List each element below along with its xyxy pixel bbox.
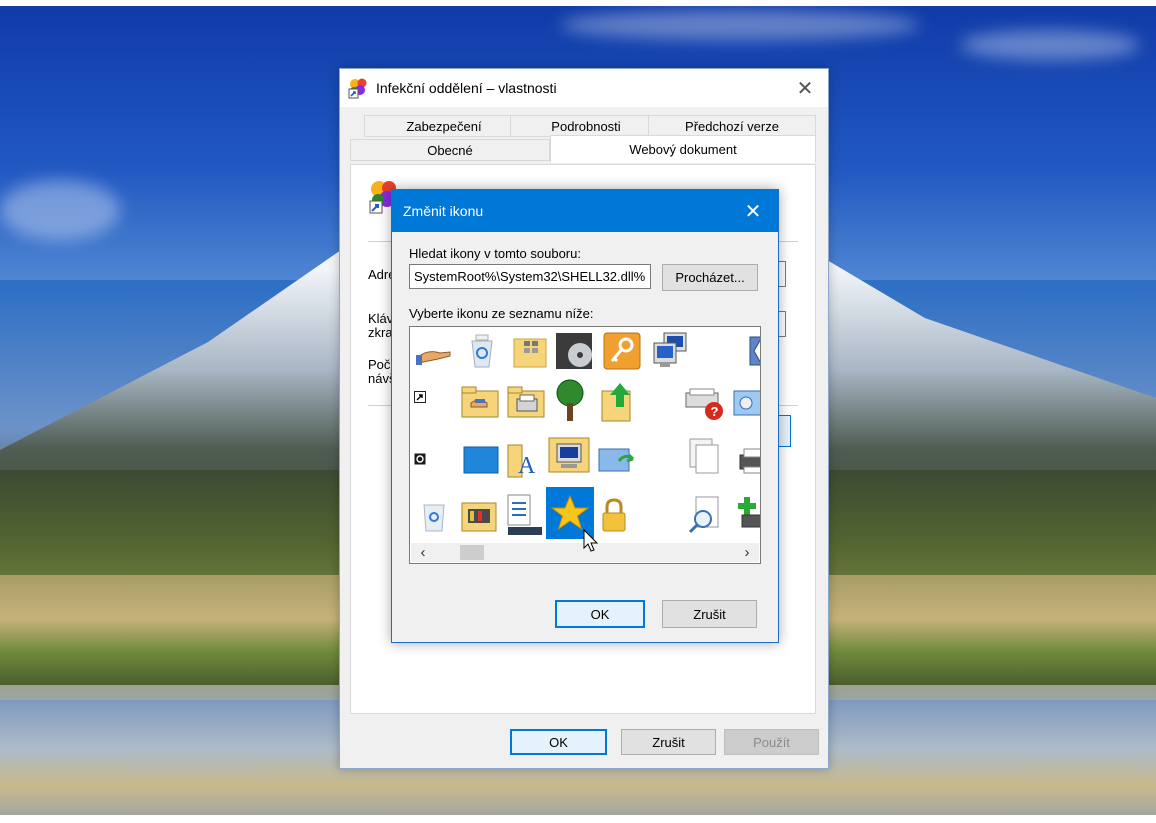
ok-button[interactable]: OK xyxy=(510,729,607,755)
tab-details[interactable]: Podrobnosti xyxy=(510,115,662,137)
backup-badge-icon[interactable] xyxy=(410,449,430,469)
close-icon[interactable]: ✕ xyxy=(782,69,828,107)
sync-window-icon[interactable] xyxy=(594,435,642,483)
mouse-pointer-icon xyxy=(582,528,602,554)
tab-web-document[interactable]: Webový dokument xyxy=(550,135,816,163)
close-icon[interactable]: ✕ xyxy=(728,190,778,232)
recycle-bin-full-icon[interactable] xyxy=(458,327,506,375)
shortcut-key-label-2: zkra xyxy=(368,325,393,340)
tab-security[interactable]: Zabezpečení xyxy=(364,115,524,137)
printer-icon[interactable] xyxy=(728,437,760,485)
svg-text:?: ? xyxy=(711,404,719,419)
key-icon[interactable] xyxy=(598,327,646,375)
wallpaper-cloud xyxy=(560,10,920,40)
apply-button[interactable]: Použít xyxy=(724,729,819,755)
shortcut-key-label-1: Kláv xyxy=(368,311,394,326)
upload-folder-icon[interactable] xyxy=(592,377,640,425)
wallpaper-cloud xyxy=(960,30,1140,60)
icon-file-path-input[interactable]: %SystemRoot%\System32\SHELL32.dll xyxy=(409,264,651,289)
network-computer-icon[interactable] xyxy=(646,327,694,375)
blue-window-icon[interactable] xyxy=(456,435,504,483)
change-icon-dialog: Změnit ikonu ✕ Hledat ikony v tomto soub… xyxy=(391,189,779,643)
screen-edge xyxy=(0,815,1156,823)
tree-icon[interactable] xyxy=(546,377,594,425)
recycle-bin-empty-icon[interactable] xyxy=(410,491,458,539)
svg-text:A: A xyxy=(518,453,536,479)
change-icon-title: Změnit ikonu xyxy=(403,203,484,219)
computer-folder-icon[interactable] xyxy=(546,431,594,479)
select-icon-label: Vyberte ikonu ze seznamu níže: xyxy=(409,306,594,321)
screen-edge xyxy=(0,0,1156,6)
shared-folder-icon[interactable] xyxy=(456,377,504,425)
properties-tabs: Zabezpečení Podrobnosti Předchozí verze … xyxy=(350,115,816,165)
printer-folder-icon[interactable] xyxy=(502,377,550,425)
media-disc-icon[interactable] xyxy=(550,327,598,375)
wallpaper-cloud xyxy=(0,180,120,240)
chevron-left-icon[interactable]: ‹ xyxy=(414,543,432,562)
hourglass-icon[interactable] xyxy=(726,327,760,375)
search-document-icon[interactable] xyxy=(682,491,730,539)
shortcut-app-icon xyxy=(348,77,370,99)
visits-label-1: Poč xyxy=(368,357,391,372)
properties-titlebar[interactable]: Infekční oddělení – vlastnosti ✕ xyxy=(340,69,828,107)
browse-button[interactable]: Procházet... xyxy=(662,264,758,291)
help-printer-icon[interactable]: ? xyxy=(682,379,730,427)
hand-share-icon[interactable] xyxy=(410,327,458,375)
fonts-folder-icon[interactable]: A xyxy=(502,435,550,483)
ok-button[interactable]: OK xyxy=(555,600,645,628)
display-settings-icon[interactable] xyxy=(728,379,760,427)
change-icon-titlebar[interactable]: Změnit ikonu ✕ xyxy=(392,190,778,232)
cancel-button[interactable]: Zrušit xyxy=(662,600,757,628)
control-panel-folder-icon[interactable] xyxy=(456,491,504,539)
scrollbar-thumb[interactable] xyxy=(460,545,484,560)
task-list-icon[interactable] xyxy=(500,491,548,539)
properties-title: Infekční oddělení – vlastnosti xyxy=(376,80,557,96)
tab-previous-versions[interactable]: Předchozí verze xyxy=(648,115,816,137)
chevron-right-icon[interactable]: › xyxy=(738,543,756,562)
shortcut-arrow-icon[interactable] xyxy=(410,387,430,407)
search-file-label: Hledat ikony v tomto souboru: xyxy=(409,246,581,261)
cancel-button[interactable]: Zrušit xyxy=(621,729,716,755)
folder-grid-icon[interactable] xyxy=(506,327,554,375)
copy-pages-icon[interactable] xyxy=(682,433,730,481)
add-printer-icon[interactable] xyxy=(728,491,760,539)
tab-general[interactable]: Obecné xyxy=(350,139,550,161)
